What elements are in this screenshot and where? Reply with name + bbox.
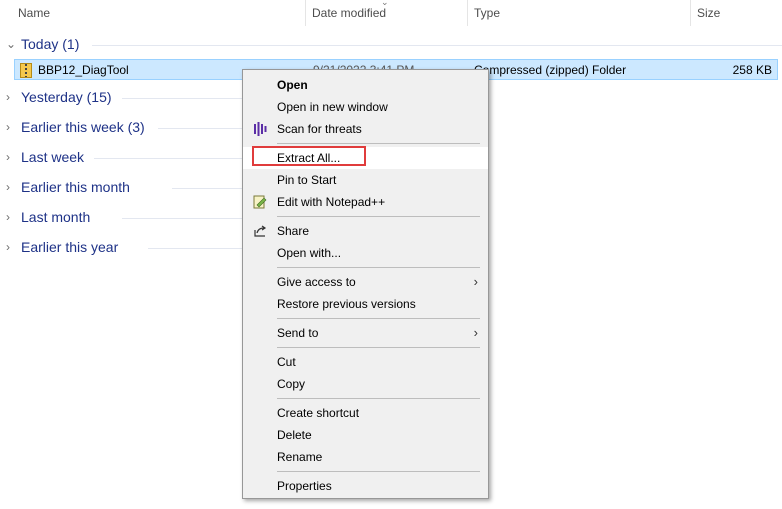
menu-separator [277,143,480,144]
column-name[interactable]: Name [18,6,50,20]
chevron-right-icon: › [6,90,10,104]
column-divider[interactable] [305,0,306,26]
menu-separator [277,347,480,348]
group-divider [122,98,242,99]
group-today[interactable]: ⌄ Today (1) [0,34,782,56]
chevron-right-icon: › [6,240,10,254]
menu-item-label: Share [277,224,310,238]
group-divider [92,45,782,46]
column-size[interactable]: Size [697,6,720,20]
menu-item-rename[interactable]: Rename [243,446,488,468]
menu-separator [277,398,480,399]
menu-separator [277,318,480,319]
menu-item-delete[interactable]: Delete [243,424,488,446]
group-divider [94,158,242,159]
context-menu: Open Open in new window Scan for threats… [242,69,489,499]
menu-item-label: Copy [277,377,306,391]
column-header: Name ⌄ Date modified Type Size [0,0,782,26]
menu-item-label: Delete [277,428,312,442]
menu-item-edit-notepad[interactable]: Edit with Notepad++ [243,191,488,213]
group-divider [158,128,242,129]
menu-item-label: Pin to Start [277,173,337,187]
menu-item-cut[interactable]: Cut [243,351,488,373]
menu-item-label: Open with... [277,246,342,260]
menu-separator [277,267,480,268]
group-label: Last month [21,209,91,225]
menu-item-label: Rename [277,450,323,464]
column-divider[interactable] [467,0,468,26]
menu-item-label: Give access to [277,275,356,289]
group-label: Earlier this month [21,179,130,195]
menu-item-properties[interactable]: Properties [243,475,488,497]
chevron-right-icon: › [6,120,10,134]
menu-item-copy[interactable]: Copy [243,373,488,395]
chevron-right-icon: › [6,210,10,224]
notepad-plus-plus-icon [253,195,267,209]
menu-separator [277,216,480,217]
group-label: Earlier this year [21,239,119,255]
chevron-right-icon: › [473,325,478,340]
column-date-modified[interactable]: Date modified [312,6,386,20]
chevron-right-icon: › [6,150,10,164]
menu-item-label: Send to [277,326,319,340]
menu-item-create-shortcut[interactable]: Create shortcut [243,402,488,424]
share-icon [253,224,267,238]
chevron-down-icon: ⌄ [6,37,17,51]
menu-item-send-to[interactable]: Send to › [243,322,488,344]
group-divider [172,188,242,189]
group-label: Yesterday (15) [21,89,112,105]
column-divider[interactable] [690,0,691,26]
menu-item-label: Edit with Notepad++ [277,195,386,209]
menu-separator [277,471,480,472]
menu-item-label: Open [277,78,308,92]
menu-item-label: Open in new window [277,100,388,114]
menu-item-pin-to-start[interactable]: Pin to Start [243,169,488,191]
menu-item-label: Create shortcut [277,406,360,420]
menu-item-restore-versions[interactable]: Restore previous versions [243,293,488,315]
zip-folder-icon [20,63,32,78]
menu-item-label: Scan for threats [277,122,362,136]
menu-item-open-with[interactable]: Open with... [243,242,488,264]
group-label: Last week [21,149,85,165]
file-type: Compressed (zipped) Folder [474,63,627,77]
defender-scan-icon [253,122,267,136]
extract-all-highlight-box [252,146,366,166]
menu-item-scan[interactable]: Scan for threats [243,118,488,140]
menu-item-open-new-window[interactable]: Open in new window [243,96,488,118]
menu-item-open[interactable]: Open [243,74,488,96]
menu-item-give-access[interactable]: Give access to › [243,271,488,293]
group-label: Earlier this week (3) [21,119,145,135]
menu-item-share[interactable]: Share [243,220,488,242]
group-label: Today (1) [21,36,80,52]
menu-item-label: Cut [277,355,296,369]
chevron-right-icon: › [6,180,10,194]
chevron-right-icon: › [473,274,478,289]
file-name: BBP12_DiagTool [38,63,129,77]
group-divider [122,218,242,219]
menu-item-label: Restore previous versions [277,297,416,311]
file-size: 258 KB [732,63,772,77]
menu-item-label: Properties [277,479,332,493]
group-divider [148,248,242,249]
column-type[interactable]: Type [474,6,500,20]
